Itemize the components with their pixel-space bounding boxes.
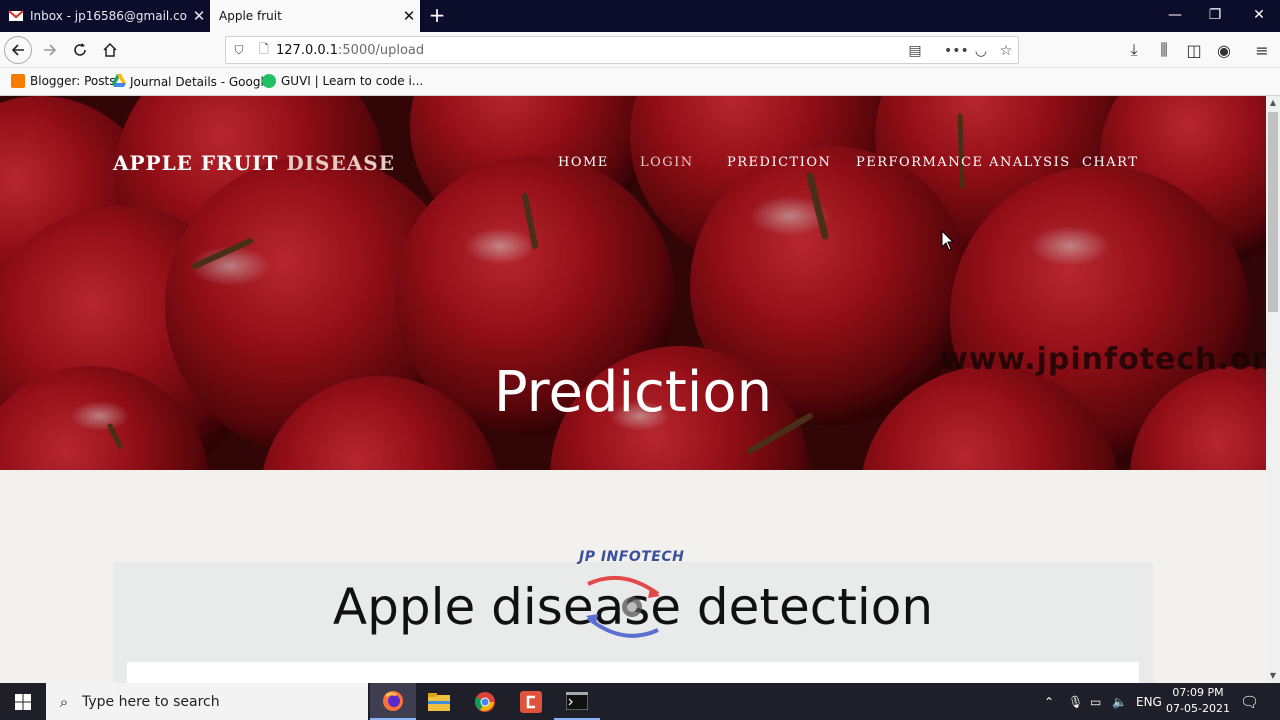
bookmark-label: GUVI | Learn to code i... bbox=[281, 74, 424, 88]
bookmark-label: Blogger: Posts bbox=[30, 74, 116, 88]
brand-secondary: DISEASE bbox=[286, 151, 395, 175]
app-icon[interactable] bbox=[508, 683, 554, 720]
url-bar[interactable]: ⛉ 🗋 127.0.0.1:5000/upload ▤ ••• ◡ ☆ bbox=[225, 36, 1019, 64]
forward-icon[interactable] bbox=[36, 36, 64, 64]
menu-icon[interactable]: ≡ bbox=[1248, 36, 1276, 64]
tab-close-icon[interactable]: ✕ bbox=[188, 7, 210, 25]
gmail-icon bbox=[8, 8, 24, 24]
chrome-icon[interactable] bbox=[462, 683, 508, 720]
search-placeholder: Type here to search bbox=[82, 693, 220, 710]
pocket-icon[interactable]: ◡ bbox=[972, 42, 990, 60]
brand-primary: APPLE FRUIT bbox=[113, 151, 279, 175]
firefox-icon[interactable] bbox=[370, 683, 416, 720]
bookmarks-bar: Blogger: Posts Journal Details - Googl..… bbox=[0, 68, 1280, 96]
network-icon[interactable]: ▭ bbox=[1090, 683, 1101, 720]
tab-title: Inbox - jp16586@gmail.com - G bbox=[30, 9, 188, 23]
shield-icon: ⛉ bbox=[234, 42, 244, 57]
search-icon: ⌕ bbox=[59, 692, 69, 711]
page-scrollbar[interactable]: ▲ ▼ bbox=[1266, 96, 1280, 683]
scroll-down-icon[interactable]: ▼ bbox=[1266, 669, 1280, 683]
guvi-icon bbox=[262, 74, 276, 88]
back-icon[interactable] bbox=[4, 36, 32, 64]
taskbar-search-box[interactable]: ⌕ Type here to search bbox=[46, 683, 368, 720]
bookmark-label: Journal Details - Googl... bbox=[130, 75, 276, 89]
nav-login[interactable]: LOGIN bbox=[640, 155, 694, 170]
account-icon[interactable]: ◉ bbox=[1210, 36, 1238, 64]
scroll-thumb[interactable] bbox=[1268, 112, 1278, 312]
tab-close-icon[interactable]: ✕ bbox=[398, 7, 420, 25]
hero-title: Prediction bbox=[493, 360, 773, 425]
tab-inbox[interactable]: Inbox - jp16586@gmail.com - G ✕ bbox=[0, 0, 210, 32]
page-info-icon[interactable]: 🗋 bbox=[252, 40, 276, 61]
mouse-cursor-icon bbox=[941, 230, 955, 251]
url-host: 127.0.0.1 bbox=[276, 42, 339, 58]
new-tab-icon[interactable]: + bbox=[426, 3, 448, 27]
jp-infotech-logo-icon bbox=[586, 576, 660, 638]
restore-icon[interactable]: ❐ bbox=[1192, 0, 1238, 32]
taskbar-clock[interactable]: 07:09 PM 07-05-2021 bbox=[1160, 685, 1236, 717]
sidebar-icon[interactable]: ◫ bbox=[1180, 36, 1208, 64]
downloads-icon[interactable]: ⤓ bbox=[1120, 36, 1148, 64]
hero-banner: APPLE FRUIT DISEASE HOME LOGIN PREDICTIO… bbox=[0, 96, 1266, 470]
tab-title: Apple fruit bbox=[219, 9, 282, 23]
show-hidden-icons-icon[interactable]: ⌃ bbox=[1044, 683, 1054, 720]
url-path: :5000/upload bbox=[338, 42, 425, 58]
page-actions-icon[interactable]: ••• bbox=[944, 42, 969, 60]
navigation-toolbar: ⛉ 🗋 127.0.0.1:5000/upload ▤ ••• ◡ ☆ ⤓ ⫼ … bbox=[0, 32, 1280, 68]
scroll-up-icon[interactable]: ▲ bbox=[1266, 96, 1280, 110]
notifications-icon[interactable]: 🗨 bbox=[1240, 683, 1259, 720]
library-icon[interactable]: ⫼ bbox=[1150, 36, 1178, 64]
blogger-icon bbox=[11, 74, 25, 88]
volume-icon[interactable]: 🔈 bbox=[1112, 683, 1127, 720]
logo-text: JP INFOTECH bbox=[579, 549, 685, 565]
nav-home[interactable]: HOME bbox=[558, 155, 609, 170]
browser-tab-bar: Inbox - jp16586@gmail.com - G ✕ Apple fr… bbox=[0, 0, 1280, 32]
windows-start-icon[interactable] bbox=[0, 683, 45, 720]
nav-chart[interactable]: CHART bbox=[1082, 155, 1138, 170]
microphone-icon[interactable]: 🎙 bbox=[1068, 683, 1083, 720]
reload-icon[interactable] bbox=[66, 36, 94, 64]
nav-performance-analysis[interactable]: PERFORMANCE ANALYSIS bbox=[856, 155, 1071, 170]
site-brand[interactable]: APPLE FRUIT DISEASE bbox=[113, 151, 395, 175]
file-explorer-icon[interactable] bbox=[416, 683, 462, 720]
tab-apple-fruit[interactable]: Apple fruit ✕ bbox=[210, 0, 420, 32]
google-drive-icon bbox=[112, 74, 126, 90]
bookmark-star-icon[interactable]: ☆ bbox=[997, 42, 1015, 60]
nav-prediction[interactable]: PREDICTION bbox=[727, 155, 831, 170]
bookmark-guvi[interactable]: GUVI | Learn to code i... bbox=[262, 74, 423, 88]
language-indicator[interactable]: ENG bbox=[1136, 683, 1162, 720]
window-close-icon[interactable]: ✕ bbox=[1236, 0, 1280, 32]
windows-taskbar: ⌕ Type here to search ⌃ 🎙 ▭ 🔈 ENG 07:09 … bbox=[0, 683, 1280, 720]
terminal-icon[interactable] bbox=[554, 683, 600, 720]
clock-time: 07:09 PM bbox=[1172, 686, 1224, 699]
reader-view-icon[interactable]: ▤ bbox=[906, 42, 924, 60]
bookmark-journal[interactable]: Journal Details - Googl... bbox=[112, 74, 275, 90]
clock-date: 07-05-2021 bbox=[1166, 702, 1230, 715]
bookmark-blogger[interactable]: Blogger: Posts bbox=[11, 74, 115, 88]
home-icon[interactable] bbox=[96, 36, 124, 64]
